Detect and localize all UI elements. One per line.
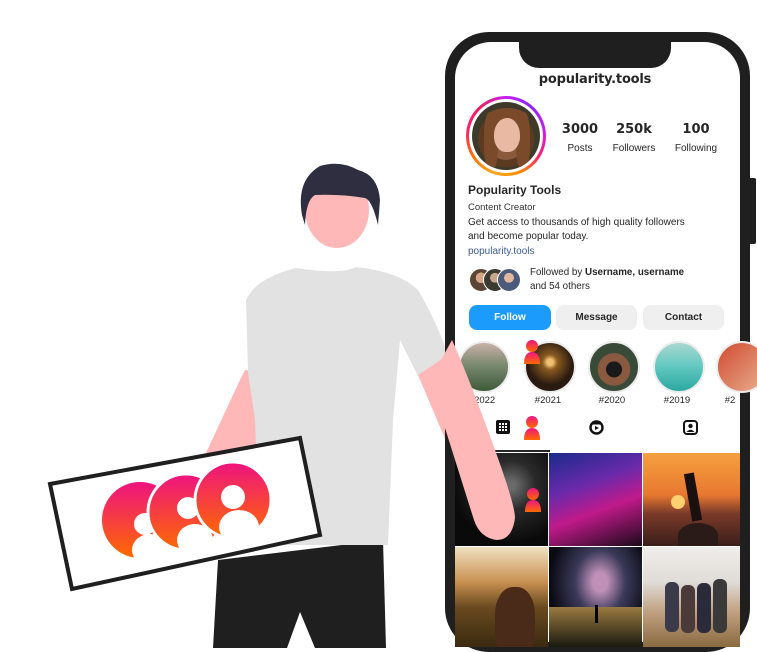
bio-line: and become popular today.: [468, 231, 589, 242]
post-thumbnail[interactable]: [643, 547, 740, 647]
message-button[interactable]: Message: [556, 305, 637, 330]
stat-label: Followers: [612, 143, 656, 154]
active-tab-indicator: [455, 450, 550, 452]
phone-notch: [519, 32, 671, 68]
profile-display-name: Popularity Tools: [468, 183, 562, 197]
post-thumbnail[interactable]: [549, 453, 642, 546]
profile-website-link[interactable]: popularity.tools: [468, 246, 535, 257]
post-thumbnail[interactable]: [455, 453, 548, 546]
contact-button[interactable]: Contact: [643, 305, 724, 330]
person-pants: [213, 540, 386, 648]
highlight-2020[interactable]: [588, 341, 640, 393]
post-thumbnail[interactable]: [455, 547, 548, 647]
profile-username: popularity.tools: [538, 72, 652, 87]
highlight-label: #2019: [663, 395, 691, 406]
followed-by-suffix: and 54 others: [530, 281, 590, 292]
stat-following[interactable]: 100 Following: [666, 122, 726, 154]
stat-value: 3000: [561, 122, 599, 137]
highlight-2021[interactable]: [524, 341, 576, 393]
stat-value: 100: [682, 122, 710, 137]
highlight-label: #2: [724, 395, 736, 406]
profile-bio: Get access to thousands of high quality …: [468, 216, 733, 244]
reels-icon[interactable]: [589, 420, 604, 435]
post-thumbnail[interactable]: [643, 453, 740, 546]
stat-posts[interactable]: 3000 Posts: [550, 122, 610, 154]
highlight-2022[interactable]: [458, 341, 510, 393]
follower-avatar: [497, 268, 521, 292]
followed-by-prefix: Followed by: [530, 267, 585, 278]
stat-value: 250k: [616, 122, 652, 137]
profile-category: Content Creator: [468, 202, 536, 213]
highlight-label: #2022: [468, 395, 496, 406]
tagged-icon[interactable]: [683, 420, 698, 435]
highlight-label: #2021: [534, 395, 562, 406]
follow-button[interactable]: Follow: [469, 305, 551, 330]
phone-side-button: [748, 178, 756, 244]
bio-line: Get access to thousands of high quality …: [468, 217, 685, 228]
stat-followers[interactable]: 250k Followers: [604, 122, 664, 154]
post-thumbnail[interactable]: [549, 547, 642, 647]
profile-avatar[interactable]: [466, 96, 546, 176]
highlight-2019[interactable]: [653, 341, 705, 393]
followed-by-names: Username, username: [585, 267, 685, 278]
stat-label: Posts: [567, 143, 593, 154]
followed-by-avatars[interactable]: [469, 268, 525, 292]
grid-icon[interactable]: [496, 420, 510, 434]
followed-by-text[interactable]: Followed by Username, username and 54 ot…: [530, 266, 730, 294]
profile-photo-icon: [472, 102, 540, 170]
highlight-label: #2020: [598, 395, 626, 406]
stat-label: Following: [674, 143, 718, 154]
